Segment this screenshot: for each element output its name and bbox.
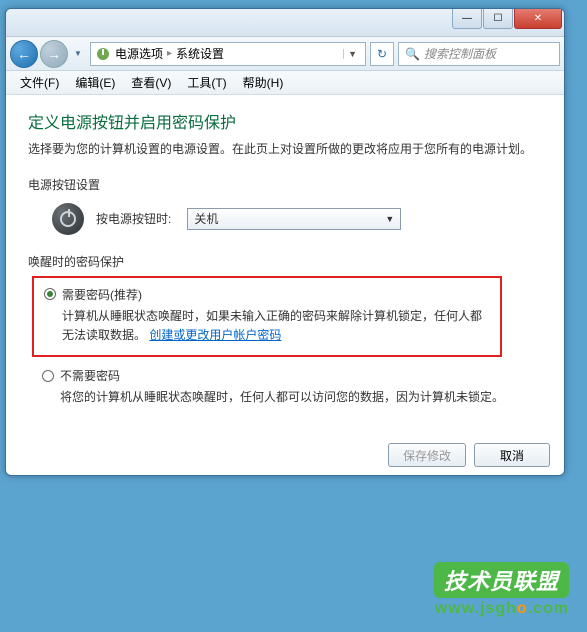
search-icon: 🔍 [405,47,420,61]
no-password-label: 不需要密码 [60,367,120,384]
forward-button[interactable]: → [40,40,68,68]
nav-history-dropdown[interactable]: ▼ [70,43,86,65]
breadcrumb-separator: ▸ [167,48,172,59]
require-password-label: 需要密码(推荐) [62,286,142,303]
content-area: 定义电源按钮并启用密码保护 选择要为您的计算机设置的电源设置。在此页上对设置所做… [6,95,564,443]
menu-edit[interactable]: 编辑(E) [67,72,123,93]
address-bar[interactable]: 电源选项 ▸ 系统设置 ▼ [90,42,366,66]
no-password-block: 不需要密码 将您的计算机从睡眠状态唤醒时，任何人都可以访问您的数据，因为计算机未… [42,367,542,407]
no-password-option[interactable]: 不需要密码 [42,367,542,384]
page-description: 选择要为您的计算机设置的电源设置。在此页上对设置所做的更改将应用于您所有的电源计… [28,141,542,158]
titlebar: — ☐ ✕ [6,9,564,37]
control-panel-window: — ☐ ✕ ← → ▼ 电源选项 ▸ 系统设置 ▼ ↻ 🔍 搜索控制面板 文件(… [5,8,565,476]
navigation-bar: ← → ▼ 电源选项 ▸ 系统设置 ▼ ↻ 🔍 搜索控制面板 [6,37,564,71]
refresh-button[interactable]: ↻ [370,42,394,66]
watermark-url: www.jsgho.com [434,600,569,618]
search-placeholder: 搜索控制面板 [424,45,496,62]
watermark-badge: 技术员联盟 [434,562,569,598]
highlighted-option: 需要密码(推荐) 计算机从睡眠状态唤醒时，如果未输入正确的密码来解除计算机锁定，… [32,276,502,357]
save-button[interactable]: 保存修改 [388,443,466,467]
power-button-row: 按电源按钮时: 关机 ▼ [52,203,542,235]
minimize-button[interactable]: — [452,9,482,29]
watermark: 技术员联盟 www.jsgho.com [434,562,569,618]
radio-checked-icon [44,288,56,300]
cancel-button[interactable]: 取消 [474,443,550,467]
radio-unchecked-icon [42,370,54,382]
breadcrumb-item[interactable]: 电源选项 [115,45,163,62]
footer-buttons: 保存修改 取消 [380,443,550,467]
menu-tools[interactable]: 工具(T) [179,72,234,93]
power-icon [52,203,84,235]
maximize-button[interactable]: ☐ [483,9,513,29]
power-button-label: 按电源按钮时: [96,210,171,227]
address-dropdown[interactable]: ▼ [343,49,361,59]
page-title: 定义电源按钮并启用密码保护 [28,109,542,133]
menu-help[interactable]: 帮助(H) [235,72,292,93]
close-button[interactable]: ✕ [514,9,562,29]
breadcrumb-item[interactable]: 系统设置 [176,45,224,62]
require-password-description: 计算机从睡眠状态唤醒时，如果未输入正确的密码来解除计算机锁定，任何人都无法读取数… [62,307,490,345]
menu-file[interactable]: 文件(F) [12,72,67,93]
create-password-link[interactable]: 创建或更改用户帐户密码 [149,328,281,342]
power-action-dropdown[interactable]: 关机 ▼ [187,208,401,230]
power-action-value: 关机 [194,210,218,227]
power-plan-icon [95,46,111,62]
require-password-option[interactable]: 需要密码(推荐) [44,286,490,303]
power-button-section-label: 电源按钮设置 [28,176,542,193]
wake-password-section-label: 唤醒时的密码保护 [28,253,542,270]
no-password-description: 将您的计算机从睡眠状态唤醒时，任何人都可以访问您的数据，因为计算机未锁定。 [60,388,542,407]
chevron-down-icon: ▼ [385,214,394,224]
back-button[interactable]: ← [10,40,38,68]
search-input[interactable]: 🔍 搜索控制面板 [398,42,560,66]
menu-view[interactable]: 查看(V) [123,72,179,93]
menu-bar: 文件(F) 编辑(E) 查看(V) 工具(T) 帮助(H) [6,71,564,95]
